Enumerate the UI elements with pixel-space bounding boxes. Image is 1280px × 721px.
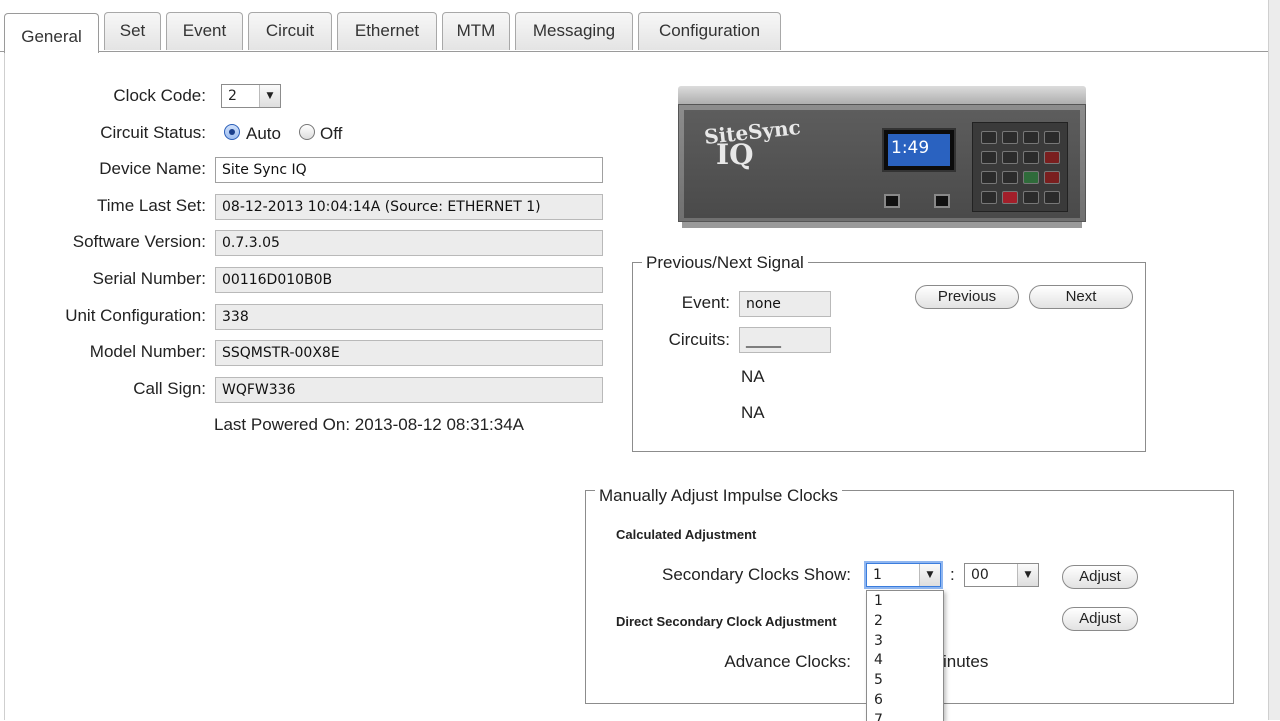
tab-bar: General Set Event Circuit Ethernet MTM M… xyxy=(0,0,1268,53)
chevron-down-icon: ▼ xyxy=(259,85,280,107)
model-number-field: SSQMSTR-00X8E xyxy=(215,340,603,366)
keypad-key-icon xyxy=(1002,171,1018,184)
circuit-auto-radio[interactable] xyxy=(224,124,240,140)
unit-configuration-field: 338 xyxy=(215,304,603,330)
keypad-key-icon xyxy=(1002,151,1018,164)
tab-configuration[interactable]: Configuration xyxy=(638,12,781,50)
ethernet-port-icon xyxy=(884,194,900,208)
tab-divider xyxy=(0,51,1268,52)
device-image: SiteSync IQ 1:49 xyxy=(678,86,1086,228)
keypad-key-icon xyxy=(1044,191,1060,204)
chevron-down-icon: ▼ xyxy=(919,564,940,586)
event-field: none xyxy=(739,291,831,317)
tab-set[interactable]: Set xyxy=(104,12,161,50)
hour-option[interactable]: 1 xyxy=(874,593,883,609)
previous-button[interactable]: Previous xyxy=(915,285,1019,309)
event-label: Event: xyxy=(681,293,730,312)
circuits-label: Circuits: xyxy=(668,330,730,349)
tab-ethernet[interactable]: Ethernet xyxy=(337,12,437,50)
circuits-field: _____ xyxy=(739,327,831,353)
device-name-label: Device Name: xyxy=(99,159,206,178)
hour-option[interactable]: 4 xyxy=(874,652,883,668)
last-powered-on-text: Last Powered On: 2013-08-12 08:31:34A xyxy=(214,415,524,434)
adjust-button-calculated[interactable]: Adjust xyxy=(1062,565,1138,589)
circuit-off-radio[interactable] xyxy=(299,124,315,140)
usb-port-icon xyxy=(934,194,950,208)
hour-option[interactable]: 6 xyxy=(874,692,883,708)
keypad-key-icon xyxy=(1023,151,1039,164)
direct-adjustment-heading: Direct Secondary Clock Adjustment xyxy=(616,614,837,629)
tab-general[interactable]: General xyxy=(4,13,99,53)
software-version-label: Software Version: xyxy=(72,232,206,251)
hour-option[interactable]: 2 xyxy=(874,613,883,629)
signal-na-2: NA xyxy=(741,403,765,422)
keypad-key-icon xyxy=(981,191,997,204)
secondary-clocks-label: Secondary Clocks Show: xyxy=(662,565,851,584)
keypad-key-icon xyxy=(1023,171,1039,184)
keypad-key-icon xyxy=(981,151,997,164)
advance-clocks-label: Advance Clocks: xyxy=(724,652,851,671)
window-scrollbar[interactable] xyxy=(1268,0,1280,720)
calculated-adjustment-heading: Calculated Adjustment xyxy=(616,527,757,542)
minute-select[interactable]: 00 ▼ xyxy=(964,563,1039,587)
device-logo-iq: IQ xyxy=(716,138,754,171)
tab-messaging[interactable]: Messaging xyxy=(515,12,633,50)
time-last-set-label: Time Last Set: xyxy=(97,196,206,215)
hour-option[interactable]: 5 xyxy=(874,672,883,688)
call-sign-field: WQFW336 xyxy=(215,377,603,403)
tab-mtm[interactable]: MTM xyxy=(442,12,510,50)
serial-number-field: 00116D010B0B xyxy=(215,267,603,293)
circuit-auto-label: Auto xyxy=(246,124,281,143)
minutes-suffix: inutes xyxy=(943,652,989,671)
software-version-field: 0.7.3.05 xyxy=(215,230,603,256)
panel-left-border xyxy=(4,52,5,720)
device-name-input[interactable]: Site Sync IQ xyxy=(215,157,603,183)
device-top-panel xyxy=(678,86,1086,106)
hour-select[interactable]: 1 ▼ xyxy=(866,563,941,587)
chevron-down-icon: ▼ xyxy=(1017,564,1038,586)
device-base xyxy=(682,222,1082,228)
keypad-key-icon xyxy=(1002,131,1018,144)
keypad-key-icon xyxy=(1044,171,1060,184)
hour-dropdown-list[interactable]: 1 2 3 4 5 6 7 xyxy=(866,590,944,721)
keypad-key-icon xyxy=(1002,191,1018,204)
tab-circuit[interactable]: Circuit xyxy=(248,12,332,50)
adjust-button-direct[interactable]: Adjust xyxy=(1062,607,1138,631)
serial-number-label: Serial Number: xyxy=(92,269,206,288)
minute-select-value: 00 xyxy=(971,567,989,583)
signal-legend: Previous/Next Signal xyxy=(642,253,808,273)
signal-na-1: NA xyxy=(741,367,765,386)
device-keypad xyxy=(972,122,1068,212)
keypad-key-icon xyxy=(981,131,997,144)
keypad-key-icon xyxy=(981,171,997,184)
keypad-key-icon xyxy=(1044,131,1060,144)
time-last-set-field: 08-12-2013 10:04:14A (Source: ETHERNET 1… xyxy=(215,194,603,220)
time-colon: : xyxy=(950,565,955,584)
hour-option[interactable]: 3 xyxy=(874,633,883,649)
call-sign-label: Call Sign: xyxy=(133,379,206,398)
circuit-off-label: Off xyxy=(320,124,343,143)
keypad-key-icon xyxy=(1044,151,1060,164)
device-lcd-time: 1:49 xyxy=(888,134,950,166)
keypad-key-icon xyxy=(1023,191,1039,204)
clock-code-label: Clock Code: xyxy=(113,86,206,105)
keypad-key-icon xyxy=(1023,131,1039,144)
clock-code-value: 2 xyxy=(228,88,237,104)
unit-configuration-label: Unit Configuration: xyxy=(65,306,206,325)
next-button[interactable]: Next xyxy=(1029,285,1133,309)
tab-event[interactable]: Event xyxy=(166,12,243,50)
clock-code-select[interactable]: 2 ▼ xyxy=(221,84,281,108)
model-number-label: Model Number: xyxy=(89,342,206,361)
impulse-legend: Manually Adjust Impulse Clocks xyxy=(595,486,843,506)
device-lcd-display: 1:49 xyxy=(882,128,956,172)
hour-select-value: 1 xyxy=(873,567,882,583)
circuit-status-label: Circuit Status: xyxy=(100,123,206,142)
